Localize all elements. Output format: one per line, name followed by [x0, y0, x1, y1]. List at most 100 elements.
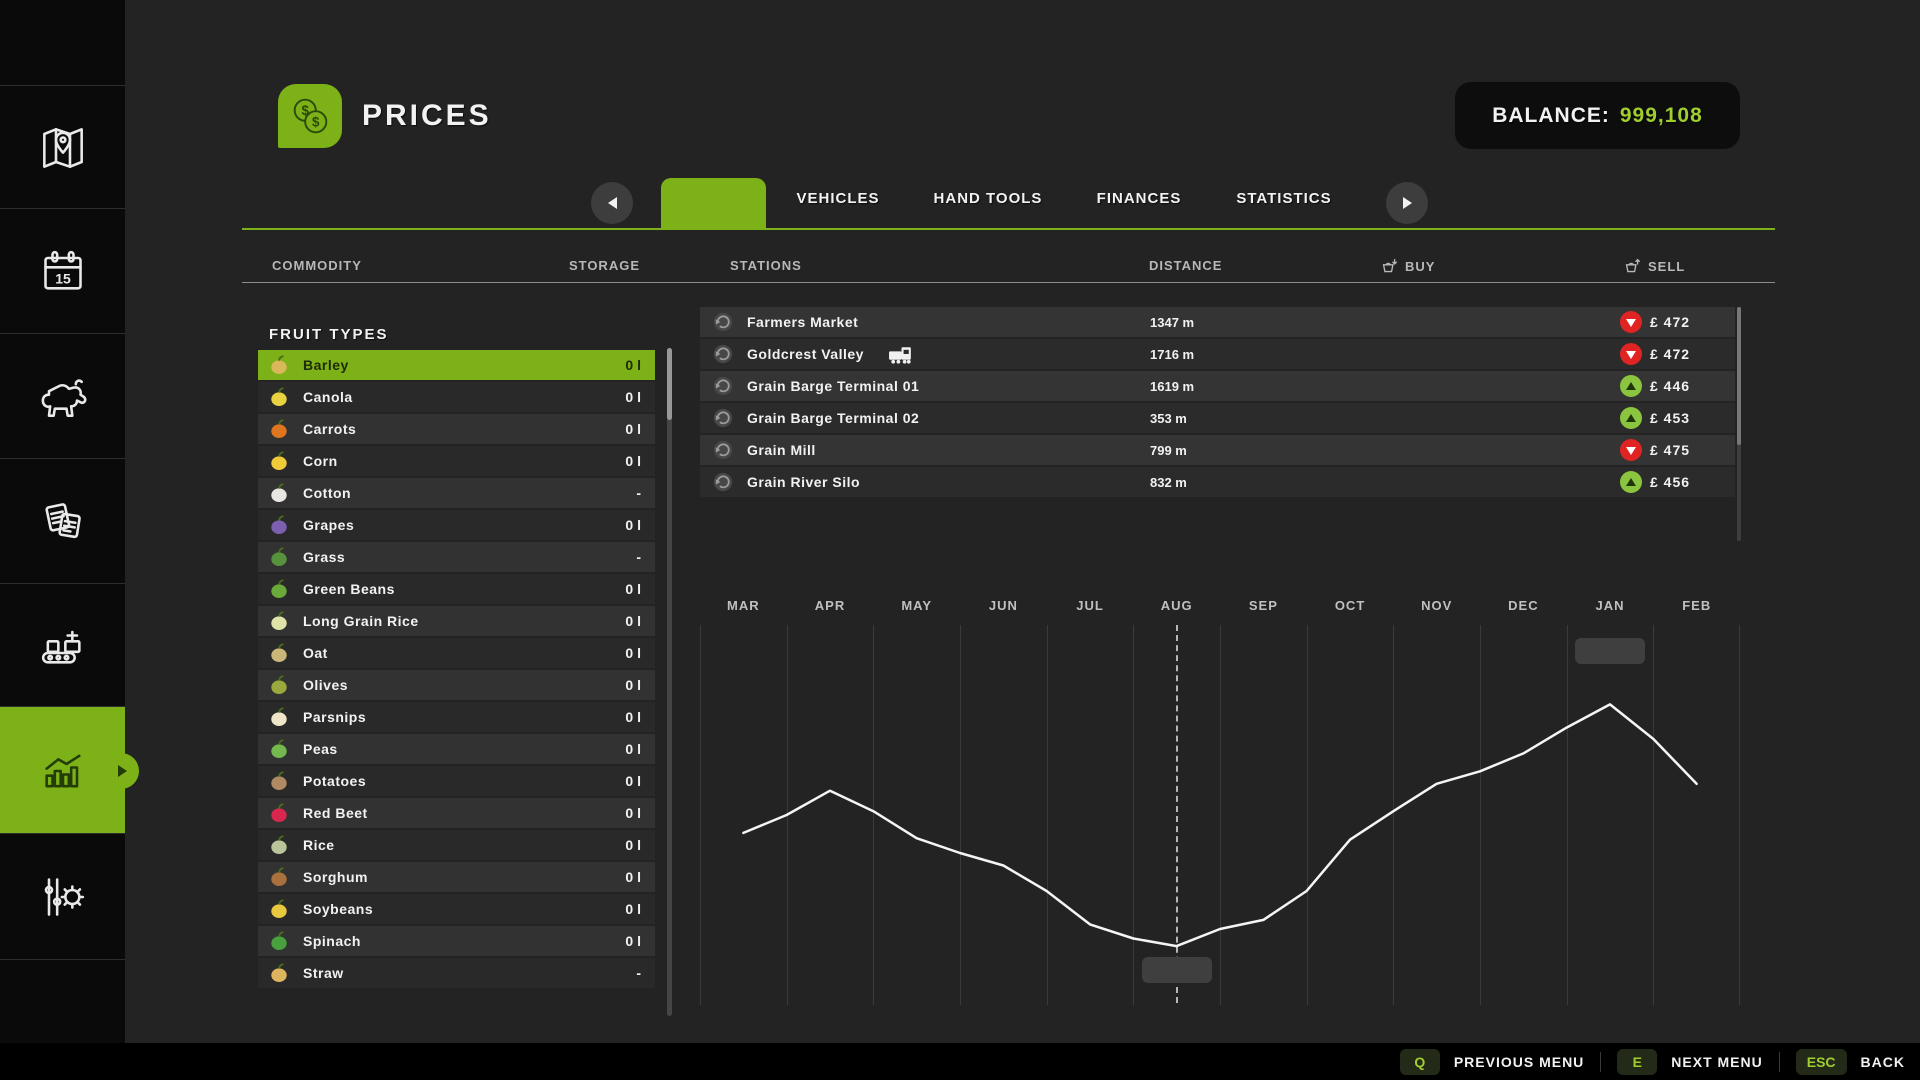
buy-basket-icon [1382, 259, 1397, 273]
crop-icon [271, 771, 287, 791]
crop-icon [271, 515, 287, 535]
commodity-scrollbar[interactable] [667, 348, 672, 1016]
hint-next-menu: E NEXT MENU [1617, 1048, 1762, 1075]
svg-text:$: $ [312, 115, 320, 130]
column-header-sell: SELL [1624, 258, 1685, 275]
price-trend-icon [1620, 407, 1642, 429]
station-price: £ 472 [1650, 314, 1691, 330]
commodity-row-cotton[interactable]: Cotton - [258, 478, 655, 508]
settings-icon [44, 877, 84, 916]
crop-icon [271, 867, 287, 887]
tabs-prev-button[interactable] [591, 182, 633, 224]
commodity-row-barley[interactable]: Barley 0 l [258, 350, 655, 380]
commodity-name: Barley [303, 357, 349, 373]
hint-previous-menu: Q PREVIOUS MENU [1399, 1048, 1585, 1075]
column-header-distance: DISTANCE [1149, 258, 1223, 273]
column-header-buy: BUY [1381, 258, 1435, 275]
commodity-row-grapes[interactable]: Grapes 0 l [258, 510, 655, 540]
price-trend-icon [1620, 375, 1642, 397]
commodity-row-sorghum[interactable]: Sorghum 0 l [258, 862, 655, 892]
header-separator [242, 282, 1775, 283]
station-hotspot-icon [713, 408, 733, 428]
station-row-grain-barge-terminal-02[interactable]: Grain Barge Terminal 02 353 m £ 453 [700, 403, 1735, 433]
tab-vehicles[interactable]: VEHICLES [796, 190, 879, 207]
tab-statistics[interactable]: STATISTICS [1236, 190, 1331, 207]
sell-basket-icon [1625, 258, 1640, 273]
prices-screen: 15 $ $ PRICES BALANCE: 999,108 VEHICLES … [0, 0, 1920, 1080]
sidebar-item-statistics[interactable] [0, 706, 139, 834]
calendar-icon: 15 [43, 250, 82, 290]
price-trend-icon [1620, 311, 1642, 333]
tab-finances[interactable]: FINANCES [1097, 190, 1182, 207]
station-row-farmers-market[interactable]: Farmers Market 1347 m £ 472 [700, 307, 1735, 337]
contracts-icon [44, 502, 81, 538]
hint-separator [1778, 1051, 1780, 1072]
station-row-grain-mill[interactable]: Grain Mill 799 m £ 475 [700, 435, 1735, 465]
price-line-chart [742, 703, 1698, 948]
key-q[interactable]: Q [1399, 1048, 1440, 1075]
commodity-row-soybeans[interactable]: Soybeans 0 l [258, 894, 655, 924]
stations-scrollbar[interactable] [1737, 307, 1741, 541]
balance-display: BALANCE: 999,108 [1455, 82, 1740, 149]
commodity-row-carrots[interactable]: Carrots 0 l [258, 414, 655, 444]
active-nav-arrow [112, 752, 139, 789]
commodity-row-long-grain-rice[interactable]: Long Grain Rice 0 l [258, 606, 655, 636]
production-icon [41, 630, 81, 664]
commodity-row-rice[interactable]: Rice 0 l [258, 830, 655, 860]
map-icon [42, 127, 83, 168]
station-hotspot-icon [713, 312, 733, 332]
fruit-types-heading: FRUIT TYPES [269, 326, 389, 343]
commodity-row-canola[interactable]: Canola 0 l [258, 382, 655, 412]
commodity-storage: 0 l [625, 357, 641, 373]
commodity-row-corn[interactable]: Corn 0 l [258, 446, 655, 476]
commodity-row-oat[interactable]: Oat 0 l [258, 638, 655, 668]
sidebar-item-contracts[interactable] [0, 458, 125, 584]
commodity-row-red-beet[interactable]: Red Beet 0 l [258, 798, 655, 828]
key-e[interactable]: E [1617, 1048, 1658, 1075]
sidebar-item-animals[interactable] [0, 333, 125, 459]
station-row-grain-river-silo[interactable]: Grain River Silo 832 m £ 456 [700, 467, 1735, 497]
commodity-row-spinach[interactable]: Spinach 0 l [258, 926, 655, 956]
sidebar-item-map[interactable] [0, 85, 125, 209]
chart-month-axis: MAR APR MAY JUN JUL AUG SEP OCT NOV DEC … [727, 598, 1712, 613]
crop-icon [271, 387, 287, 407]
crop-icon [271, 739, 287, 759]
commodity-row-parsnips[interactable]: Parsnips 0 l [258, 702, 655, 732]
previous-menu-label: PREVIOUS MENU [1453, 1053, 1585, 1070]
station-row-goldcrest-valley[interactable]: Goldcrest Valley 1716 m £ 472 [700, 339, 1735, 369]
tabs-next-button[interactable] [1386, 182, 1428, 224]
crop-icon [271, 899, 287, 919]
cow-icon [41, 378, 86, 417]
crop-icon [271, 611, 287, 631]
sidebar-item-settings[interactable] [0, 833, 125, 960]
tab-hand-tools[interactable]: HAND TOOLS [934, 190, 1043, 207]
crop-icon [271, 707, 287, 727]
crop-icon [271, 483, 287, 503]
crop-icon [271, 451, 287, 471]
balance-label: BALANCE: [1492, 103, 1610, 127]
price-trend-icon [1620, 439, 1642, 461]
train-icon [888, 346, 911, 364]
stations-scrollbar-thumb[interactable] [1737, 307, 1741, 445]
sidebar-item-production[interactable] [0, 583, 125, 707]
statistics-icon [44, 754, 81, 787]
crop-icon [271, 547, 287, 567]
station-hotspot-icon [713, 440, 733, 460]
station-row-grain-barge-terminal-01[interactable]: Grain Barge Terminal 01 1619 m £ 446 [700, 371, 1735, 401]
commodity-row-olives[interactable]: Olives 0 l [258, 670, 655, 700]
commodity-list: Barley 0 l Canola 0 l Carrots 0 l Corn 0… [258, 350, 655, 990]
commodity-scrollbar-thumb[interactable] [667, 348, 672, 420]
commodity-row-grass[interactable]: Grass - [258, 542, 655, 572]
arrow-left-icon [607, 197, 617, 209]
station-hotspot-icon [713, 472, 733, 492]
crop-icon [271, 675, 287, 695]
crop-icon [271, 835, 287, 855]
commodity-row-potatoes[interactable]: Potatoes 0 l [258, 766, 655, 796]
commodity-row-peas[interactable]: Peas 0 l [258, 734, 655, 764]
key-esc[interactable]: ESC [1795, 1048, 1847, 1075]
sidebar-item-calendar[interactable]: 15 [0, 208, 125, 334]
tab-prices-active[interactable] [661, 178, 766, 230]
stations-list: Farmers Market 1347 m £ 472 Goldcrest Va… [700, 307, 1735, 499]
commodity-row-green-beans[interactable]: Green Beans 0 l [258, 574, 655, 604]
commodity-row-straw[interactable]: Straw - [258, 958, 655, 988]
